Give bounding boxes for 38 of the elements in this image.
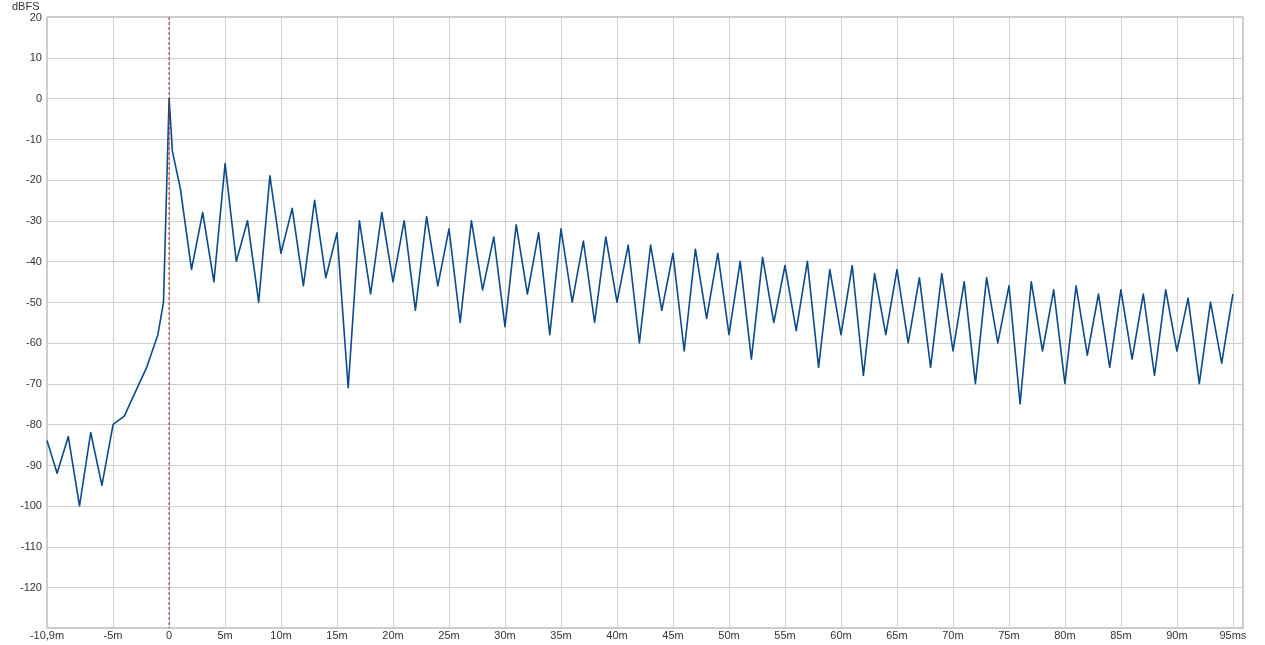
- y-tick-label: -60: [25, 336, 42, 350]
- y-tick-label: -90: [25, 458, 42, 472]
- x-tick-label: 40m: [605, 629, 629, 642]
- x-tick-label: 5m: [216, 629, 234, 642]
- x-tick-label: 20m: [381, 629, 405, 642]
- y-tick-label: -30: [25, 214, 42, 228]
- x-tick-label: 50m: [717, 629, 741, 642]
- x-tick-label: 25m: [437, 629, 461, 642]
- x-tick-label: 55m: [773, 629, 797, 642]
- y-tick-label: 10: [28, 51, 42, 65]
- x-tick-label: 90m: [1165, 629, 1189, 642]
- y-tick-label: -20: [25, 173, 42, 187]
- y-tick-label: -50: [25, 295, 42, 309]
- x-tick-label: 30m: [493, 629, 517, 642]
- y-tick-label: -120: [18, 580, 42, 594]
- x-tick-label: 0: [165, 629, 174, 642]
- x-tick-label: 70m: [941, 629, 965, 642]
- y-tick-label: -110: [19, 540, 42, 554]
- y-tick-label: 20: [28, 10, 42, 24]
- x-tick-label: 95ms: [1218, 629, 1248, 642]
- y-tick-label: -40: [25, 254, 42, 268]
- x-tick-label: 85m: [1109, 629, 1133, 642]
- x-tick-label: -10,9m: [28, 629, 66, 642]
- y-tick-label: -100: [18, 499, 42, 513]
- x-tick-label: 45m: [661, 629, 685, 642]
- x-tick-label: 60m: [829, 629, 853, 642]
- x-tick-label: 75m: [997, 629, 1021, 642]
- y-tick-label: 0: [34, 91, 42, 105]
- x-tick-label: 35m: [549, 629, 573, 642]
- y-tick-label: -10: [25, 132, 42, 146]
- x-tick-label: 10m: [269, 629, 293, 642]
- y-tick-label: -80: [25, 417, 42, 431]
- y-tick-label: -70: [25, 377, 42, 391]
- x-tick-label: 15m: [325, 629, 349, 642]
- x-tick-label: -5m: [102, 629, 124, 642]
- x-tick-label: 65m: [885, 629, 909, 642]
- axis-unit-label: dBFS: [12, 0, 40, 13]
- x-tick-label: 80m: [1053, 629, 1077, 642]
